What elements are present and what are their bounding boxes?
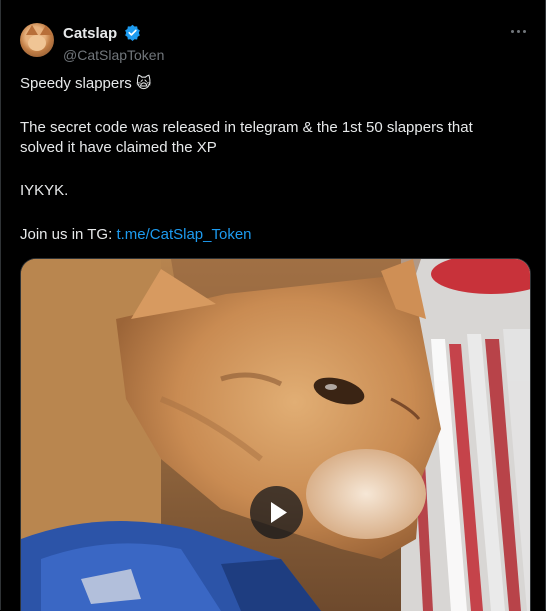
verified-badge-icon: [124, 24, 141, 46]
display-name[interactable]: Catslap: [63, 25, 117, 42]
play-button[interactable]: [250, 486, 303, 539]
video-thumbnail: [21, 259, 530, 611]
post-text-line-4: Join us in TG: t.me/CatSlap_Token: [20, 226, 252, 243]
tweet-card[interactable]: Catslap @CatSlapToken Speedy slappers 🙀 …: [0, 0, 546, 611]
post-text-line-2: The secret code was released in telegram…: [20, 119, 473, 156]
telegram-link[interactable]: t.me/CatSlap_Token: [116, 226, 251, 243]
scream-cat-emoji: 🙀: [135, 75, 152, 92]
play-icon: [271, 502, 287, 523]
avatar[interactable]: [20, 23, 54, 57]
video-player[interactable]: [20, 258, 531, 611]
author-info: Catslap @CatSlapToken: [63, 24, 164, 64]
tweet-header: Catslap @CatSlapToken: [20, 23, 530, 63]
handle[interactable]: @CatSlapToken: [63, 46, 164, 64]
more-options-icon[interactable]: [510, 27, 528, 37]
post-text-line-3: IYKYK.: [20, 182, 69, 199]
post-text-line-1: Speedy slappers 🙀: [20, 75, 152, 92]
